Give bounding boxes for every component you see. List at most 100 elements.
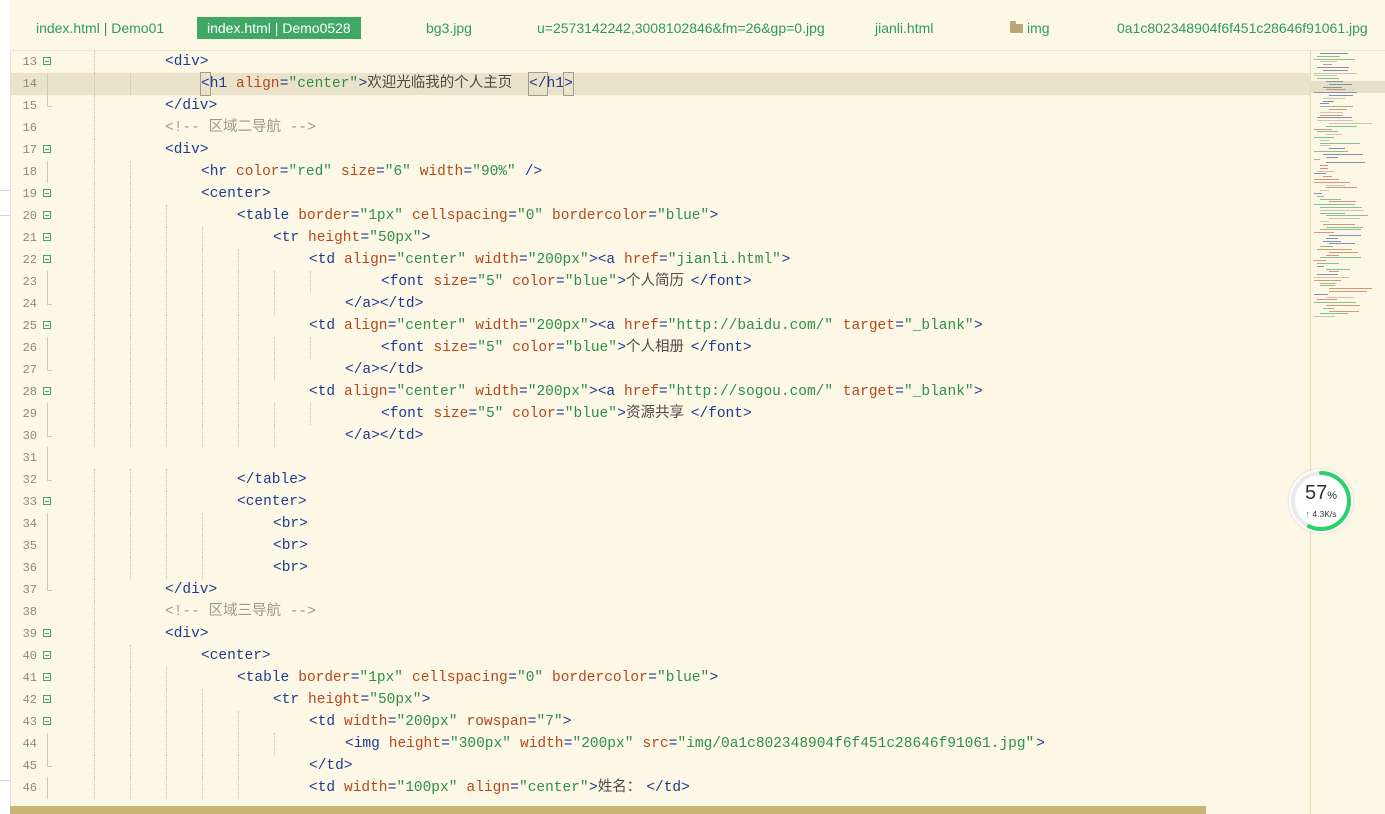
fold-toggle-icon[interactable] — [43, 189, 51, 197]
code-token-tag: = — [563, 736, 573, 752]
code-line[interactable]: 13 <div> — [10, 51, 1310, 73]
code-line[interactable]: 43 <td width = "200px" rowspan = "7" > — [10, 711, 1310, 733]
code-line[interactable]: 29 <font size = "5" color = "blue" > 资源共享 </font… — [10, 403, 1310, 425]
tab-6[interactable]: 0a1c802348904f6f451c28646f91061.jpg — [1107, 17, 1378, 39]
code-line[interactable]: 41 <table border = "1px" cellspacing = "0" bo… — [10, 667, 1310, 689]
fold-end-marker — [47, 755, 52, 767]
minimap-line — [1326, 226, 1363, 228]
tab-folder-5[interactable]: img — [1000, 17, 1060, 39]
tab-3[interactable]: u=2573142242,3008102846&fm=26&gp=0.jpg — [527, 17, 835, 39]
code-line[interactable]: 25 <td align = "center" width = "200px" ><a hr… — [10, 315, 1310, 337]
horizontal-scrollbar[interactable] — [10, 806, 1206, 814]
fold-toggle-icon[interactable] — [43, 145, 51, 153]
code-line[interactable]: 24 </a></td> — [10, 293, 1310, 315]
code-line[interactable]: 32 </table> — [10, 469, 1310, 491]
fold-toggle-icon[interactable] — [43, 57, 51, 65]
fold-toggle-icon[interactable] — [43, 255, 51, 263]
minimap-line — [1320, 139, 1329, 141]
tab-1[interactable]: index.html | Demo0528 — [197, 17, 361, 39]
indent-guide — [202, 381, 203, 403]
fold-toggle-icon[interactable] — [43, 321, 51, 329]
code-line[interactable]: 40 <center> — [10, 645, 1310, 667]
code-token-tag: = — [350, 208, 360, 224]
code-token-attr: color — [236, 164, 280, 180]
code-line[interactable]: 38 <!-- 区域三导航 --> — [10, 601, 1310, 623]
code-token-tag: </a></td> — [345, 296, 424, 312]
code-line[interactable]: 46 <td width = "100px" align = "center" > 姓名： </… — [10, 777, 1310, 799]
code-token-txt: 欢迎光临我的个人主页 — [367, 76, 513, 92]
code-line[interactable]: 34 <br> — [10, 513, 1310, 535]
code-line[interactable]: 17 <div> — [10, 139, 1310, 161]
code-line[interactable]: 45 </td> — [10, 755, 1310, 777]
code-token-tag — [511, 733, 520, 755]
code-line[interactable]: 26 <font size = "5" color = "blue" > 个人相册 </font… — [10, 337, 1310, 359]
fold-toggle-icon[interactable] — [43, 717, 51, 725]
code-line[interactable]: 28 <td align = "center" width = "200px" ><a hr… — [10, 381, 1310, 403]
code-line[interactable]: 23 <font size = "5" color = "blue" > 个人简历 </font… — [10, 271, 1310, 293]
minimap-viewport[interactable] — [1311, 81, 1385, 93]
code-token-val: "center" — [288, 76, 359, 92]
code-line[interactable]: 35 <br> — [10, 535, 1310, 557]
fold-toggle-icon[interactable] — [43, 651, 51, 659]
minimap-line — [1329, 288, 1372, 290]
fold-toggle-icon[interactable] — [43, 629, 51, 637]
tab-2[interactable]: bg3.jpg — [416, 17, 482, 39]
fold-toggle-icon[interactable] — [43, 233, 51, 241]
network-speed-widget[interactable]: 57% ↑ 4.3K/s — [1289, 469, 1353, 533]
code-token-tag: h1 — [209, 76, 236, 92]
code-line[interactable]: 33 <center> — [10, 491, 1310, 513]
code-line[interactable]: 30 </a></td> — [10, 425, 1310, 447]
code-line[interactable]: 21 <tr height = "50px" > — [10, 227, 1310, 249]
line-number: 21 — [22, 231, 37, 245]
code-line[interactable]: 36 <br> — [10, 557, 1310, 579]
tab-0[interactable]: index.html | Demo01 — [26, 17, 174, 39]
minimap-line — [1320, 61, 1337, 63]
up-arrow-icon: ↑ — [1305, 509, 1311, 519]
code-line[interactable]: 22 <td align = "center" width = "200px" ><a hr… — [10, 249, 1310, 271]
indent-guide — [310, 271, 311, 293]
minimap[interactable] — [1310, 51, 1385, 814]
code-line[interactable]: 44 <img height = "300px" width = "200px" src =… — [10, 733, 1310, 755]
indent-guide — [94, 161, 95, 183]
code-token-tag — [543, 205, 552, 227]
fold-toggle-icon[interactable] — [43, 387, 51, 395]
code-editor[interactable]: 13 <div> 14 < h1 align = "center" > 欢迎光临我的个人主页 </… — [10, 51, 1310, 806]
code-token-val: "200px" — [572, 736, 634, 752]
minimap-line — [1323, 307, 1334, 309]
code-token-tag: <br> — [273, 516, 308, 532]
minimap-line — [1314, 293, 1328, 295]
code-line[interactable]: 18 <hr color = "red" size = "6" width = "90%" /… — [10, 161, 1310, 183]
code-token-tag: <br> — [273, 560, 308, 576]
code-content: <br> — [58, 557, 1310, 579]
code-line[interactable]: 15 </div> — [10, 95, 1310, 117]
code-token-val: "0" — [517, 670, 544, 686]
code-line[interactable]: 20 <table border = "1px" cellspacing = "0" bo… — [10, 205, 1310, 227]
code-token-attr: cellspacing — [412, 670, 508, 686]
code-token-tag — [543, 667, 552, 689]
tab-4[interactable]: jianli.html — [865, 17, 943, 39]
code-content: <tr height = "50px" > — [58, 227, 1310, 249]
code-line[interactable]: 19 <center> — [10, 183, 1310, 205]
line-number: 20 — [22, 209, 37, 223]
indent-guide — [274, 359, 275, 381]
code-token-tag — [634, 733, 643, 755]
code-line[interactable]: 39 <div> — [10, 623, 1310, 645]
indent-guide — [130, 73, 131, 95]
code-line[interactable]: 42 <tr height = "50px" > — [10, 689, 1310, 711]
code-token-tag: > — [617, 274, 626, 290]
code-token-tag: = — [510, 780, 519, 796]
fold-toggle-icon[interactable] — [43, 673, 51, 681]
code-line[interactable]: 14 < h1 align = "center" > 欢迎光临我的个人主页 </h1 > — [10, 72, 1310, 96]
fold-toggle-icon[interactable] — [43, 497, 51, 505]
minimap-line — [1323, 176, 1332, 178]
code-line[interactable]: 27 </a></td> — [10, 359, 1310, 381]
code-line[interactable]: 37 </div> — [10, 579, 1310, 601]
code-line[interactable]: 16 <!-- 区域二导航 --> — [10, 117, 1310, 139]
code-token-tag: </a></td> — [345, 428, 424, 444]
fold-toggle-icon[interactable] — [43, 695, 51, 703]
fold-toggle-icon[interactable] — [43, 211, 51, 219]
code-token-tag: <center> — [237, 494, 307, 510]
code-line[interactable]: 31 — [10, 447, 1310, 469]
code-token-tag: = — [468, 274, 478, 290]
indent-guide — [166, 271, 167, 293]
